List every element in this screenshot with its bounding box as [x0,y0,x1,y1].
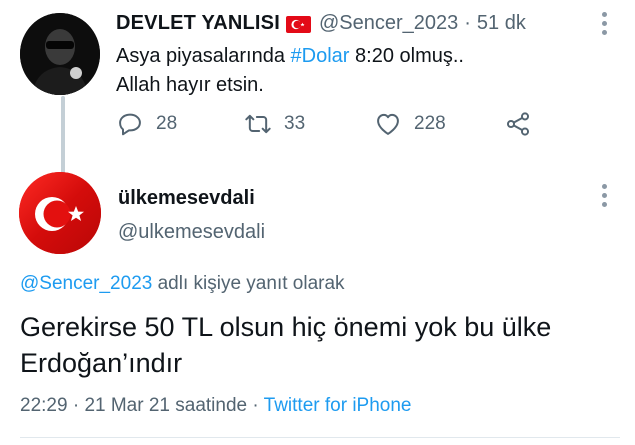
more-options-icon[interactable] [600,12,608,36]
tweet-text: Asya piyasalarında #Dolar 8:20 olmuş.. A… [116,42,464,100]
tweet-time[interactable]: 51 dk [477,12,526,35]
reply-author-avatar[interactable] [19,172,101,254]
reply-author-name[interactable]: ülkemesevdali [118,187,255,210]
share-button[interactable] [504,110,532,138]
avatar-image-icon [20,13,100,95]
reply-count: 28 [156,113,178,134]
share-icon [506,112,530,136]
tweet-text-part: Asya piyasalarında [116,45,291,67]
reply-button[interactable]: 28 [116,110,177,138]
author-handle[interactable]: @Sencer_2023 [319,12,458,35]
reply-to-suffix: adlı kişiye yanıt olarak [152,273,345,294]
tweet-meta: 22:29 · 21 Mar 21 saatinde · Twitter for… [20,395,412,417]
like-button[interactable]: 228 [374,110,446,138]
tweet-header: DEVLET YANLISI @Sencer_2023 · 51 dk [116,12,526,35]
author-name[interactable]: DEVLET YANLISI [116,12,280,35]
like-count: 228 [414,113,446,134]
retweet-icon [245,114,271,134]
reply-icon [119,113,141,136]
more-options-icon[interactable] [600,184,608,208]
tweet-source-link[interactable]: Twitter for iPhone [264,395,412,416]
reply-text: Gerekirse 50 TL olsun hiç önemi yok bu ü… [20,312,552,378]
header-separator: · [464,12,471,34]
tweet-text-line2: Allah hayır etsin. [116,74,264,96]
heart-icon [377,113,399,135]
tweet-actions: 28 33 228 [116,110,536,140]
meta-separator: · [247,395,264,416]
reply-to-mention[interactable]: @Sencer_2023 [20,273,152,294]
retweet-button[interactable]: 33 [244,110,305,138]
tweet-date[interactable]: 21 Mar 21 saatinde [84,395,247,416]
retweet-count: 33 [284,113,306,134]
turkey-flag-icon [285,16,311,33]
replying-to-line: @Sencer_2023 adlı kişiye yanıt olarak [20,273,345,295]
meta-separator: · [67,395,85,416]
reply-author-handle[interactable]: @ulkemesevdali [118,221,265,244]
author-avatar[interactable] [20,13,100,95]
turkey-flag-avatar-icon [19,172,101,254]
divider [20,437,620,438]
tweet-clock-time[interactable]: 22:29 [20,395,68,416]
thread-connector-line [61,96,65,178]
hashtag-link[interactable]: #Dolar [291,45,350,67]
tweet-text-part: 8:20 olmuş.. [349,45,464,67]
